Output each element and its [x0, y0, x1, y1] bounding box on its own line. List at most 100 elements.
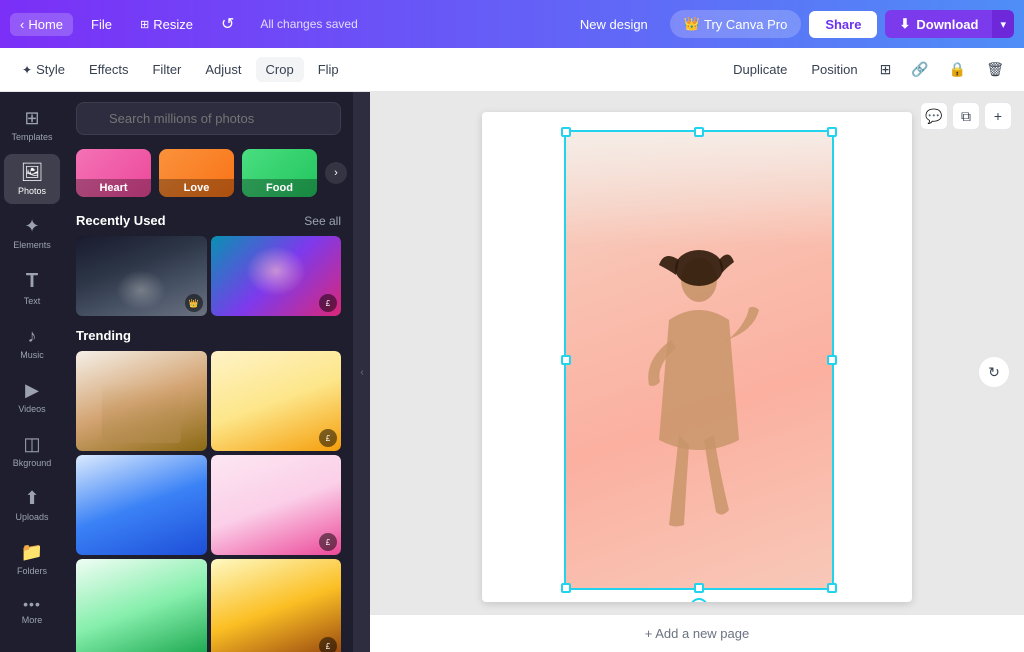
style-button[interactable]: ✦ Style — [12, 57, 75, 82]
selection-handle-tc[interactable] — [694, 127, 704, 137]
new-design-button[interactable]: New design — [566, 11, 662, 38]
selection-handle-bc[interactable] — [694, 583, 704, 593]
crown-icon: 👑 — [684, 16, 700, 32]
undo-button[interactable]: ↺ — [211, 10, 244, 38]
sidebar-item-more[interactable]: ••• More — [4, 588, 60, 633]
selection-handle-bl[interactable] — [561, 583, 571, 593]
trending-photo-2[interactable]: £ — [211, 351, 342, 451]
download-label: Download — [916, 17, 978, 32]
home-button[interactable]: ‹ Home — [10, 13, 73, 36]
canvas-refresh-button[interactable]: ↻ — [978, 356, 1010, 388]
filter-button[interactable]: Filter — [142, 57, 191, 82]
add-new-page-bar[interactable]: + Add a new page — [370, 614, 1024, 652]
download-button[interactable]: ⬇ Download — [885, 10, 992, 38]
premium-badge-t2: £ — [319, 429, 337, 447]
duplicate-button[interactable]: Duplicate — [723, 57, 797, 82]
see-all-button[interactable]: See all — [304, 214, 341, 228]
grid-icon-button[interactable]: ⊞ — [872, 56, 900, 83]
canvas-top-actions: 💬 ⧉ + — [920, 102, 1012, 130]
sidebar-item-text[interactable]: T Text — [4, 262, 60, 314]
style-icon: ✦ — [22, 63, 32, 77]
sidebar-item-label-photos: Photos — [18, 186, 46, 196]
selection-handle-tr[interactable] — [827, 127, 837, 137]
download-group: ⬇ Download ▾ — [885, 10, 1014, 38]
crop-button[interactable]: Crop — [256, 57, 304, 82]
toolbar-right-actions: Duplicate Position ⊞ 🔗 🔒 🗑 — [723, 56, 1012, 83]
selection-handle-br[interactable] — [827, 583, 837, 593]
copy-icon: ⧉ — [961, 108, 971, 125]
share-button[interactable]: Share — [809, 11, 877, 38]
canvas-page: ↻ — [482, 112, 912, 602]
category-chip-food[interactable]: Food — [242, 149, 317, 197]
try-canva-pro-button[interactable]: 👑 Try Canva Pro — [670, 10, 802, 38]
panel-collapse-handle[interactable]: ‹ — [354, 92, 370, 652]
sidebar-item-background[interactable]: ◫ Bkground — [4, 426, 60, 476]
canvas-add-button[interactable]: + — [984, 102, 1012, 130]
trending-photo-5[interactable] — [76, 559, 207, 652]
link-button[interactable]: 🔗 — [903, 56, 936, 83]
sidebar-item-templates[interactable]: ⊞ Templates — [4, 100, 60, 150]
trending-photo-4[interactable]: £ — [211, 455, 342, 555]
top-navigation: ‹ Home File ⊞ Resize ↺ All changes saved… — [0, 0, 1024, 48]
sidebar-item-label-templates: Templates — [11, 132, 52, 142]
home-label: Home — [28, 17, 63, 32]
comment-icon: 💬 — [925, 108, 942, 125]
add-page-label: + Add a new page — [645, 626, 749, 641]
effects-label: Effects — [89, 62, 129, 77]
position-button[interactable]: Position — [801, 57, 867, 82]
chevron-right-icon: › — [334, 167, 338, 179]
category-chip-food-label: Food — [242, 179, 317, 197]
premium-badge-t6: £ — [319, 637, 337, 652]
canvas-area: 💬 ⧉ + ↻ — [370, 92, 1024, 652]
trending-photo-1[interactable] — [76, 351, 207, 451]
category-chip-love[interactable]: Love — [159, 149, 234, 197]
delete-button[interactable]: 🗑 — [978, 56, 1012, 83]
premium-badge-t4: £ — [319, 533, 337, 551]
sidebar-item-folders[interactable]: 📁 Folders — [4, 534, 60, 584]
effects-button[interactable]: Effects — [79, 57, 139, 82]
sidebar-item-elements[interactable]: ✦ Elements — [4, 208, 60, 258]
adjust-button[interactable]: Adjust — [195, 57, 251, 82]
file-button[interactable]: File — [81, 13, 122, 36]
download-options-button[interactable]: ▾ — [992, 10, 1014, 38]
videos-icon: ▶ — [25, 380, 39, 401]
more-icon: ••• — [23, 596, 41, 612]
image-toolbar: ✦ Style Effects Filter Adjust Crop Flip … — [0, 48, 1024, 92]
refresh-icon: ↻ — [988, 364, 1000, 381]
category-chip-heart-label: Heart — [76, 179, 151, 197]
sidebar-item-photos[interactable]: 🖼 Photos — [4, 154, 60, 204]
canvas-comment-button[interactable]: 💬 — [920, 102, 948, 130]
trending-title: Trending — [76, 328, 131, 343]
recently-used-photo-2[interactable]: £ — [211, 236, 342, 316]
premium-badge-2: £ — [319, 294, 337, 312]
rotation-handle[interactable]: ↻ — [690, 598, 708, 602]
panel-search-area: 🔍 — [64, 92, 353, 145]
selection-handle-tl[interactable] — [561, 127, 571, 137]
woman-figure — [634, 240, 764, 560]
flip-label: Flip — [318, 62, 339, 77]
templates-icon: ⊞ — [24, 108, 39, 129]
undo-icon: ↺ — [221, 14, 234, 34]
search-input[interactable] — [76, 102, 341, 135]
resize-button[interactable]: ⊞ Resize — [130, 13, 203, 36]
lock-button[interactable]: 🔒 — [941, 56, 974, 83]
sidebar-item-label-folders: Folders — [17, 566, 47, 576]
category-chip-love-label: Love — [159, 179, 234, 197]
photos-icon: 🖼 — [21, 162, 44, 183]
recently-used-photo-1[interactable]: 👑 — [76, 236, 207, 316]
sidebar-item-uploads[interactable]: ⬆ Uploads — [4, 480, 60, 530]
sidebar-item-videos[interactable]: ▶ Videos — [4, 372, 60, 422]
trending-photo-3[interactable] — [76, 455, 207, 555]
selection-handle-ml[interactable] — [561, 355, 571, 365]
selection-handle-mr[interactable] — [827, 355, 837, 365]
trending-photo-6[interactable]: £ — [211, 559, 342, 652]
canvas-copy-button[interactable]: ⧉ — [952, 102, 980, 130]
sidebar-item-music[interactable]: ♪ Music — [4, 318, 60, 368]
category-chip-heart[interactable]: Heart — [76, 149, 151, 197]
lock-icon: 🔒 — [949, 61, 966, 77]
flip-button[interactable]: Flip — [308, 57, 349, 82]
selected-image[interactable]: ↻ — [564, 130, 834, 590]
category-next-button[interactable]: › — [325, 162, 347, 184]
filter-label: Filter — [152, 62, 181, 77]
canvas-scroll-area[interactable]: ↻ — [370, 92, 1024, 614]
